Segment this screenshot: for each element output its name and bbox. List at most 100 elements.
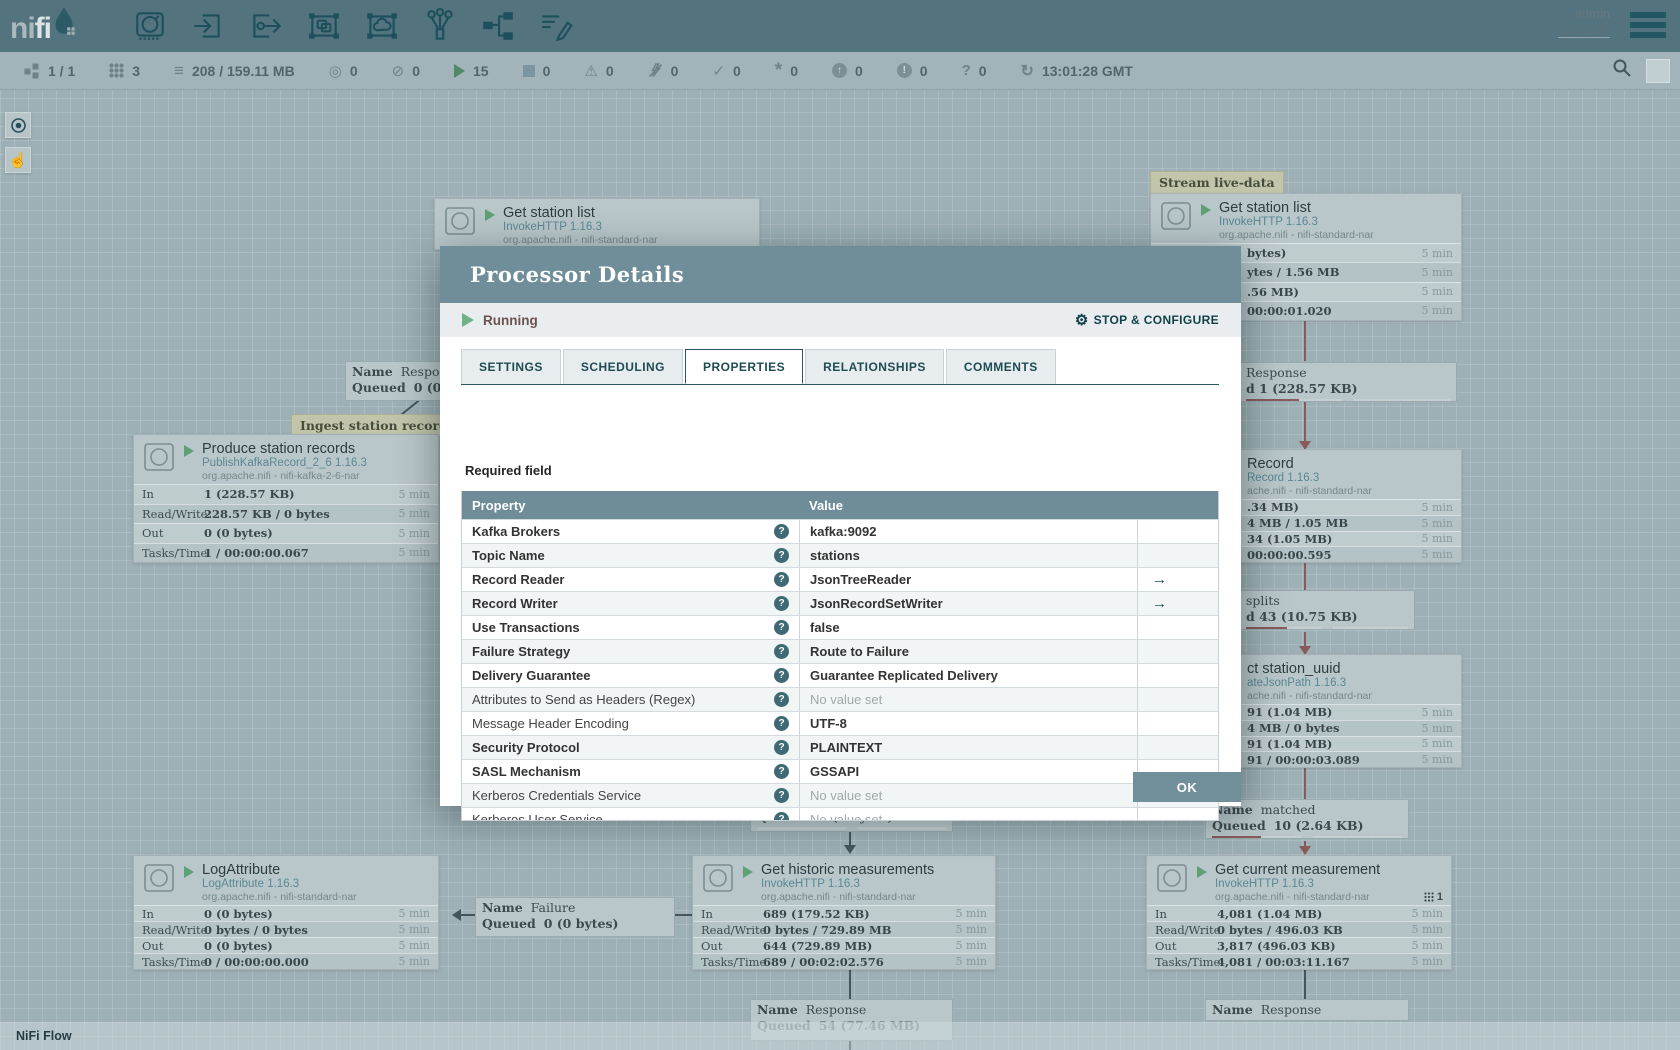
status-refresh[interactable]: ↻ 13:01:28 GMT [1021, 61, 1133, 81]
property-row: Delivery Guarantee Guarantee Replicated … [462, 663, 1218, 687]
operate-palette-button[interactable]: ☝ [5, 147, 31, 173]
panel-toggle-button[interactable] [1646, 58, 1670, 83]
help-icon[interactable] [774, 644, 789, 659]
template-icon[interactable] [476, 6, 520, 46]
tab-scheduling[interactable]: SCHEDULING [562, 349, 683, 384]
property-row: Attributes to Send as Headers (Regex) No… [462, 687, 1218, 711]
connection-line [1304, 400, 1306, 442]
not-transmitting-icon: ⊘ [391, 62, 405, 80]
processor-type-icon [142, 441, 176, 475]
sync-failure-icon: ? [961, 62, 971, 79]
processor-type-icon [443, 205, 477, 239]
nifi-drop-icon [55, 7, 75, 35]
processor-get-station-list-top[interactable]: Get station list InvokeHTTP 1.16.3 org.a… [434, 198, 760, 250]
help-icon[interactable] [774, 620, 789, 635]
stat-row: Read/Write 0 bytes / 496.03 KB 5 min [1147, 921, 1451, 937]
help-icon[interactable] [774, 668, 789, 683]
help-icon[interactable] [774, 716, 789, 731]
processor-produce-station-records[interactable]: Produce station records PublishKafkaReco… [133, 434, 439, 563]
stat-row: Read/Write 0 bytes / 0 bytes 5 min [134, 921, 438, 937]
processor-icon[interactable] [128, 6, 172, 46]
stop-and-configure-button[interactable]: ⚙ STOP & CONFIGURE [1075, 311, 1219, 329]
process-group-icon[interactable] [302, 6, 346, 46]
help-icon[interactable] [774, 788, 789, 803]
dialog-header: Processor Details [440, 246, 1241, 303]
connection-label-response-bottom-right[interactable]: Name Response [1205, 999, 1409, 1021]
stopped-icon [522, 64, 535, 77]
stat-row: Out 0 (0 bytes) 5 min [134, 523, 438, 543]
canvas-footer: NiFi Flow [0, 1022, 1680, 1050]
status-stale: ↑ 0 [831, 63, 863, 79]
processor-get-current-measurement[interactable]: Get current measurement InvokeHTTP 1.16.… [1146, 855, 1452, 970]
queue-count-bar [1333, 627, 1408, 629]
help-icon[interactable] [774, 764, 789, 779]
stat-row: Out 644 (729.89 MB) 5 min [693, 937, 995, 953]
go-to-service-icon[interactable] [1152, 571, 1167, 588]
help-icon[interactable] [774, 572, 789, 587]
cluster-icon [24, 63, 40, 79]
global-menu-icon[interactable] [1630, 12, 1666, 42]
connection-arrow [1299, 846, 1311, 855]
status-up-to-date: ✓ 0 [712, 62, 741, 80]
help-icon[interactable] [774, 692, 789, 707]
status-invalid: ⚠ 0 [584, 62, 614, 80]
help-icon[interactable] [774, 740, 789, 755]
running-indicator-icon [485, 209, 495, 221]
tab-relationships[interactable]: RELATIONSHIPS [805, 349, 944, 384]
dialog-title: Processor Details [470, 262, 685, 287]
connection-label-failure[interactable]: Name Failure Queued 0 (0 bytes) [475, 897, 675, 937]
go-to-service-icon[interactable] [1152, 595, 1167, 612]
transmitting-icon: ◎ [328, 62, 342, 80]
stat-row: Tasks/Time 4,081 / 00:03:11.167 5 min [1147, 953, 1451, 969]
stat-row: Tasks/Time 0 / 00:00:00.000 5 min [134, 953, 438, 969]
locally-modified-icon: * [774, 59, 783, 81]
input-port-icon[interactable] [186, 6, 230, 46]
running-indicator-icon [184, 866, 194, 878]
property-column-header: Property [472, 497, 526, 513]
dialog-status-row: Running ⚙ STOP & CONFIGURE [440, 303, 1241, 337]
connection-line [849, 832, 851, 846]
flow-label-stream-live-data[interactable]: Stream live-data [1150, 171, 1284, 194]
connection-arrow [844, 845, 856, 854]
queue-count-bar [1354, 399, 1450, 401]
breadcrumb[interactable]: NiFi Flow [16, 1029, 72, 1043]
help-icon[interactable] [774, 596, 789, 611]
funnel-icon[interactable] [418, 6, 462, 46]
run-status-text: Running [483, 312, 538, 328]
tab-properties[interactable]: PROPERTIES [685, 349, 804, 384]
search-icon[interactable] [1612, 58, 1632, 83]
connection-label-response-right[interactable]: Response d 1 (228.57 KB) [1205, 362, 1457, 402]
running-indicator-icon [184, 445, 194, 457]
required-field-note: Required field [465, 463, 552, 478]
processor-log-attribute[interactable]: LogAttribute LogAttribute 1.16.3 org.apa… [133, 855, 439, 970]
help-icon[interactable] [774, 524, 789, 539]
output-port-icon[interactable] [244, 6, 288, 46]
navigate-palette-button[interactable] [5, 112, 31, 138]
running-indicator-icon [1201, 204, 1211, 216]
property-row: Kafka Brokers kafka:9092 [462, 519, 1218, 543]
status-disabled: 0 [648, 63, 678, 79]
value-column-header: Value [809, 497, 843, 513]
refresh-icon[interactable]: ↻ [1021, 61, 1034, 81]
logout-link[interactable]: LOG OUT [1558, 25, 1610, 38]
help-icon[interactable] [774, 812, 789, 820]
queue-count-bar [1313, 836, 1402, 838]
nifi-logo: ni fi [10, 6, 128, 46]
remote-process-group-icon[interactable] [360, 6, 404, 46]
active-threads-badge: 1 [1424, 891, 1443, 903]
running-icon [453, 63, 465, 78]
ok-button[interactable]: OK [1133, 772, 1241, 802]
queue-size-bar [1246, 399, 1342, 401]
running-indicator-icon [462, 313, 474, 327]
properties-table: Property Value Kafka Brokers kafka:9092 … [461, 491, 1219, 821]
stale-icon: ↑ [831, 63, 847, 78]
dialog-tabs: SETTINGS SCHEDULING PROPERTIES RELATIONS… [461, 349, 1219, 385]
label-icon[interactable] [534, 6, 578, 46]
status-locally-modified-stale: ! 0 [896, 63, 928, 79]
help-icon[interactable] [774, 548, 789, 563]
processor-get-historic-measurements[interactable]: Get historic measurements InvokeHTTP 1.1… [692, 855, 996, 970]
tab-settings[interactable]: SETTINGS [461, 349, 561, 384]
tab-comments[interactable]: COMMENTS [945, 349, 1056, 384]
stat-row: In 4,081 (1.04 MB) 5 min [1147, 905, 1451, 921]
logo-text: ni [10, 12, 36, 45]
